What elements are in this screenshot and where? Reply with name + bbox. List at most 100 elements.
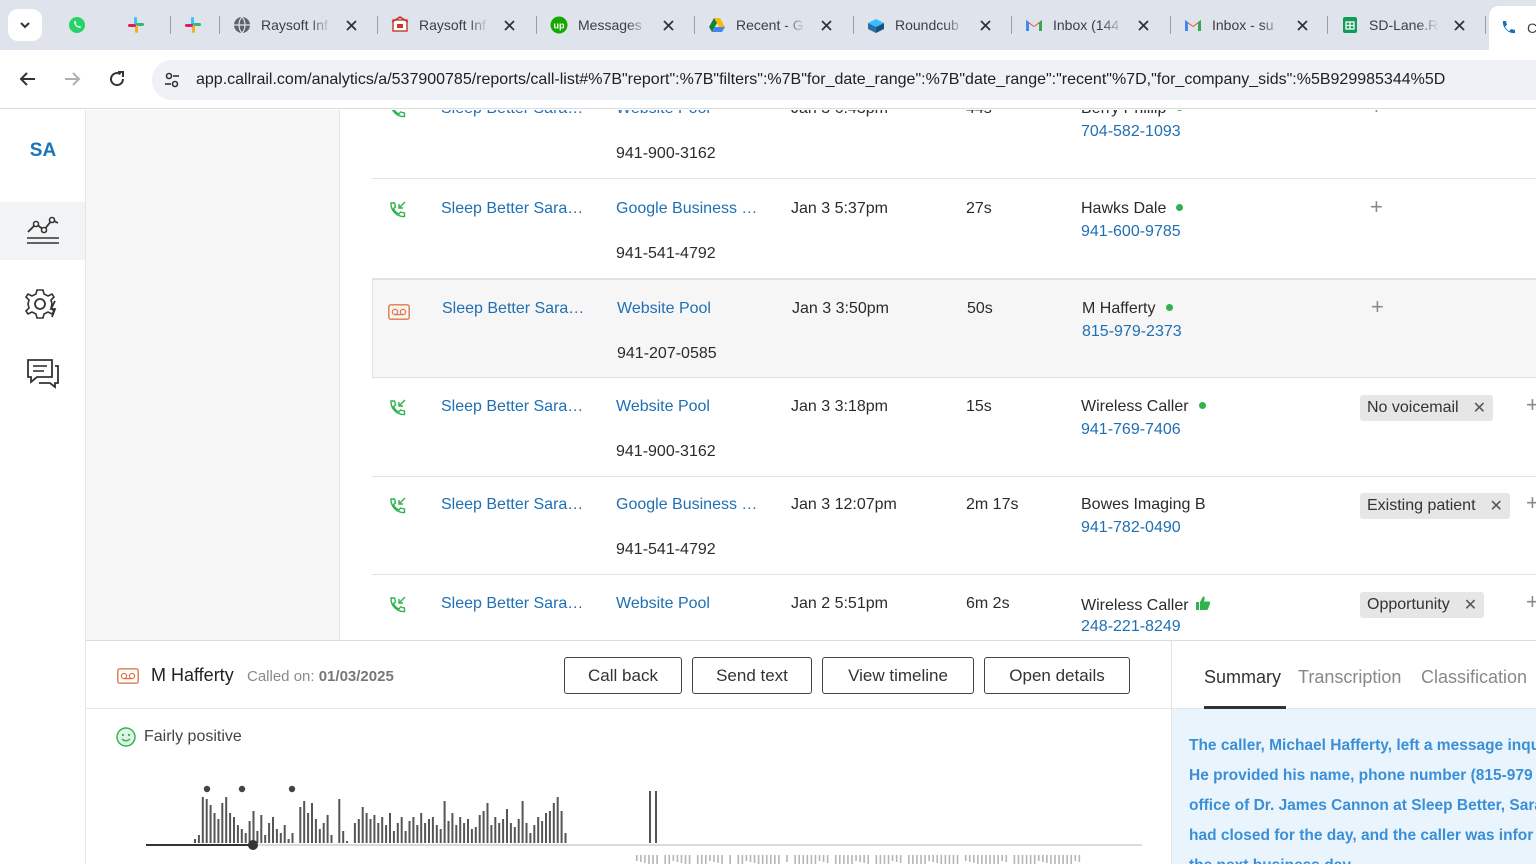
audio-waveform-player[interactable] bbox=[142, 781, 1142, 864]
caller-name: Hawks Dale bbox=[1081, 200, 1184, 218]
waveform-bar bbox=[194, 839, 196, 843]
close-tab-icon[interactable] bbox=[1451, 17, 1467, 33]
caller-phone-link[interactable]: 815-979-2373 bbox=[1082, 323, 1182, 341]
caller-phone-link[interactable]: 941-600-9785 bbox=[1081, 223, 1181, 241]
remove-tag-icon[interactable]: ✕ bbox=[1464, 595, 1477, 615]
browser-tab-4[interactable]: Raysoft Inf bbox=[223, 6, 369, 44]
tab-search-button[interactable] bbox=[8, 9, 42, 41]
waveform-bar bbox=[525, 823, 528, 843]
waveform-bar-secondary bbox=[717, 855, 719, 863]
playhead-handle[interactable] bbox=[248, 840, 258, 850]
caller-phone-link[interactable]: 704-582-1093 bbox=[1081, 123, 1181, 141]
browser-tab-label: Inbox - su bbox=[1212, 17, 1274, 33]
open-details-button[interactable]: Open details bbox=[984, 657, 1130, 694]
close-tab-icon[interactable] bbox=[1135, 17, 1151, 33]
browser-tab-7[interactable]: Recent - G bbox=[698, 6, 844, 44]
site-info-button[interactable] bbox=[157, 65, 187, 95]
close-tab-icon[interactable] bbox=[343, 17, 359, 33]
waveform-bar-secondary bbox=[684, 855, 687, 864]
browser-tab-5[interactable]: Raysoft Inf bbox=[381, 6, 527, 44]
waveform-bar bbox=[556, 797, 559, 843]
company-link[interactable]: Sleep Better Sara… bbox=[442, 300, 584, 318]
browser-tab-12[interactable]: C bbox=[1489, 6, 1536, 50]
caller-phone-link[interactable]: 941-782-0490 bbox=[1081, 519, 1181, 537]
call-back-button[interactable]: Call back bbox=[564, 657, 682, 694]
waveform-bar-secondary bbox=[721, 855, 723, 864]
table-row[interactable]: Sleep Better Sara… Website Pool 941-207-05… bbox=[372, 279, 1536, 378]
company-link[interactable]: Sleep Better Sara… bbox=[441, 496, 583, 514]
account-logo[interactable]: SA bbox=[0, 140, 86, 162]
browser-tab-label: C bbox=[1527, 20, 1536, 36]
add-tag-icon[interactable]: + bbox=[1370, 110, 1383, 120]
sidebar-item-analytics[interactable] bbox=[0, 202, 85, 260]
remove-tag-icon[interactable]: ✕ bbox=[1473, 398, 1486, 418]
back-button[interactable] bbox=[12, 63, 44, 95]
source-link[interactable]: Website Pool bbox=[616, 398, 710, 416]
waveform-marker[interactable] bbox=[288, 785, 296, 793]
table-row[interactable]: Sleep Better Sara… Google Business … 941-5… bbox=[372, 180, 1536, 279]
waveform-bar-secondary bbox=[1017, 855, 1020, 864]
source-link[interactable]: Website Pool bbox=[616, 110, 710, 118]
browser-tab-6[interactable]: up Messages bbox=[540, 6, 686, 44]
company-link[interactable]: Sleep Better Sara… bbox=[441, 595, 583, 613]
summary-line: the next business day. bbox=[1189, 851, 1536, 864]
close-tab-icon[interactable] bbox=[818, 17, 834, 33]
view-timeline-button[interactable]: View timeline bbox=[822, 657, 974, 694]
company-link[interactable]: Sleep Better Sara… bbox=[441, 200, 583, 218]
caller-phone-link[interactable]: 941-769-7406 bbox=[1081, 421, 1181, 439]
browser-tab-1[interactable] bbox=[58, 6, 106, 44]
waveform-bar bbox=[552, 803, 555, 843]
upwork-icon: up bbox=[550, 16, 568, 34]
close-tab-icon[interactable] bbox=[660, 17, 676, 33]
add-tag-icon[interactable]: + bbox=[1526, 392, 1536, 418]
table-row[interactable]: Sleep Better Sara… Google Business … 941-5… bbox=[372, 476, 1536, 575]
tab-summary[interactable]: Summary bbox=[1204, 667, 1281, 688]
browser-tab-9[interactable]: Inbox (144 bbox=[1015, 6, 1161, 44]
source-link[interactable]: Google Business … bbox=[616, 200, 757, 218]
forward-button[interactable] bbox=[56, 63, 88, 95]
company-link[interactable]: Sleep Better Sara… bbox=[441, 110, 583, 118]
tab-transcription[interactable]: Transcription bbox=[1298, 667, 1401, 688]
close-tab-icon[interactable] bbox=[1294, 17, 1310, 33]
waveform-bar-secondary bbox=[656, 855, 658, 864]
browser-tab-11[interactable]: SD-Lane.R bbox=[1331, 6, 1477, 44]
waveform-bar bbox=[513, 827, 516, 843]
add-tag-icon[interactable]: + bbox=[1526, 589, 1536, 615]
waveform-bar-secondary bbox=[989, 855, 991, 864]
waveform-marker[interactable] bbox=[203, 785, 211, 793]
close-tab-icon[interactable] bbox=[501, 17, 517, 33]
browser-tab-10[interactable]: Inbox - su bbox=[1174, 6, 1320, 44]
waveform-bar bbox=[482, 811, 485, 843]
browser-tab-8[interactable]: Roundcub bbox=[857, 6, 1003, 44]
waveform-bar-secondary bbox=[1062, 855, 1064, 864]
source-link[interactable]: Website Pool bbox=[617, 300, 711, 318]
source-link[interactable]: Google Business … bbox=[616, 496, 757, 514]
address-bar[interactable]: app.callrail.com/analytics/a/537900785/r… bbox=[152, 60, 1536, 100]
close-tab-icon[interactable] bbox=[977, 17, 993, 33]
add-tag-icon[interactable]: + bbox=[1526, 490, 1536, 516]
reload-button[interactable] bbox=[101, 63, 133, 95]
remove-tag-icon[interactable]: ✕ bbox=[1490, 496, 1503, 516]
waveform-bar-secondary bbox=[814, 855, 817, 864]
waveform-bar bbox=[541, 821, 544, 843]
add-tag-icon[interactable]: + bbox=[1370, 194, 1383, 220]
tab-classification[interactable]: Classification bbox=[1421, 667, 1527, 688]
waveform-bar-secondary bbox=[713, 855, 715, 862]
table-row[interactable]: Sleep Better Sara… Website Pool 941-900-31… bbox=[372, 110, 1536, 179]
call-datetime: Jan 3 6:43pm bbox=[791, 110, 888, 118]
table-row[interactable]: Sleep Better Sara… Website Pool 941-900-31… bbox=[372, 378, 1536, 477]
waveform-bar-secondary bbox=[774, 855, 776, 864]
browser-tab-3[interactable] bbox=[174, 6, 222, 44]
company-link[interactable]: Sleep Better Sara… bbox=[441, 398, 583, 416]
caller-phone-link[interactable]: 248-221-8249 bbox=[1081, 618, 1181, 636]
caller-name-text: Wireless Caller bbox=[1081, 398, 1189, 415]
sidebar-item-settings[interactable] bbox=[0, 275, 85, 333]
table-row[interactable]: Sleep Better Sara… Website Pool Jan 2 5:51… bbox=[372, 575, 1536, 640]
add-tag-icon[interactable]: + bbox=[1371, 294, 1384, 320]
sidebar-item-conversations[interactable] bbox=[0, 344, 85, 402]
waveform-marker[interactable] bbox=[238, 785, 246, 793]
waveform-bar bbox=[564, 833, 567, 843]
source-link[interactable]: Website Pool bbox=[616, 595, 710, 613]
browser-tab-2[interactable] bbox=[117, 6, 165, 44]
send-text-button[interactable]: Send text bbox=[692, 657, 812, 694]
